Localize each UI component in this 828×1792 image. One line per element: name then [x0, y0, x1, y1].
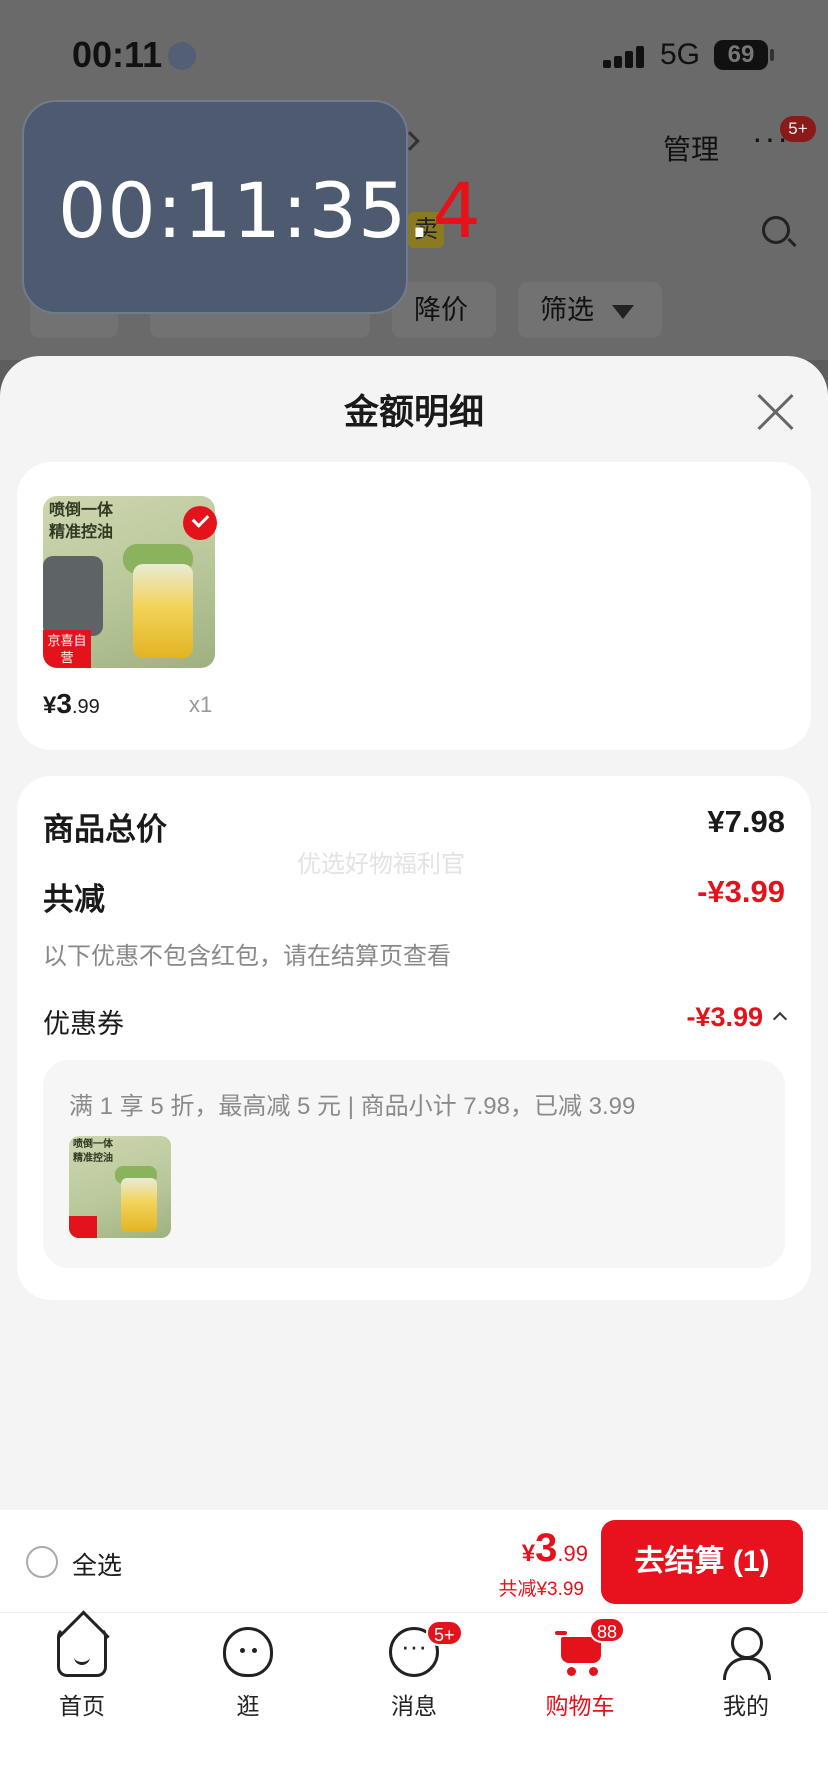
stroll-icon — [223, 1627, 273, 1677]
tab-home[interactable]: 首页 — [22, 1627, 142, 1721]
select-all-label[interactable]: 全选 — [72, 1546, 122, 1582]
mini-image-badge — [69, 1216, 97, 1238]
total-integer: 3 — [535, 1526, 558, 1570]
price-symbol: ¥ — [43, 692, 57, 719]
tab-messages[interactable]: 5+ 消息 — [354, 1620, 474, 1721]
close-icon[interactable] — [756, 392, 796, 432]
tab-stroll[interactable]: 逛 — [188, 1627, 308, 1721]
tab-label: 逛 — [236, 1693, 260, 1719]
sheet-title: 金额明细 — [343, 393, 484, 432]
coupon-toggle[interactable]: -¥3.99 — [686, 1002, 788, 1033]
battery-icon: 69 — [714, 40, 768, 70]
mini-image-bottle — [121, 1178, 157, 1232]
checkout-bar: 全选 ¥3.99 共减¥3.99 去结算 (1) — [0, 1510, 828, 1612]
tab-label: 购物车 — [545, 1693, 615, 1719]
filter-chip-label: 降价 — [414, 295, 468, 325]
total-decimal: .99 — [557, 1541, 588, 1566]
more-badge: 5+ — [780, 116, 816, 142]
tab-cart[interactable]: 88 购物车 — [520, 1617, 640, 1721]
cart-icon: 88 — [555, 1617, 626, 1677]
selected-check-icon[interactable] — [183, 506, 217, 540]
profile-icon — [721, 1627, 771, 1680]
product-image-machine — [43, 556, 103, 636]
battery-tip — [770, 49, 774, 61]
manage-button[interactable]: 管理 — [663, 128, 719, 168]
stopwatch-last-digit: 4 — [432, 166, 482, 255]
search-icon[interactable] — [762, 216, 790, 244]
filter-chip-filter[interactable]: 筛选 — [518, 282, 662, 338]
cart-wheel — [567, 1667, 576, 1676]
coupon-detail-box: 满 1 享 5 折，最高减 5 元 | 商品小计 7.98，已减 3.99 喷倒… — [43, 1060, 785, 1268]
discount-label: 共减 — [43, 882, 105, 917]
total-price-label: 商品总价 — [43, 812, 167, 847]
stopwatch-main-digits: 00:11:35. — [58, 166, 433, 255]
home-icon — [57, 1627, 107, 1677]
tab-label: 消息 — [391, 1693, 437, 1719]
message-badge: 5+ — [426, 1620, 463, 1646]
watermark-text: 优选好物福利官 — [297, 851, 465, 878]
product-card: 喷倒一体 精准控油 京喜自营 包邮 ¥3.99 x1 — [17, 462, 811, 750]
stopwatch-overlay[interactable]: 00:11:35.4 — [22, 100, 481, 314]
checkout-discount-toggle[interactable]: 共减¥3.99 — [498, 1574, 584, 1601]
filter-chip-label: 筛选 — [540, 295, 594, 325]
product-image-bottle — [133, 564, 193, 658]
product-image-badge: 京喜自营 包邮 — [43, 630, 91, 668]
cart-handle — [555, 1631, 567, 1635]
funnel-icon — [611, 304, 634, 319]
coupon-product-image[interactable]: 喷倒一体 精准控油 — [69, 1136, 171, 1238]
price-integer: 3 — [56, 688, 72, 719]
tab-label: 首页 — [59, 1693, 105, 1719]
location-icon — [168, 42, 196, 70]
stopwatch-time: 00:11:35.4 — [58, 166, 482, 255]
tab-label: 我的 — [723, 1693, 769, 1719]
status-time: 00:11 — [72, 34, 163, 75]
cart-badge: 88 — [589, 1617, 626, 1643]
signal-icon — [603, 44, 647, 68]
coupon-label: 优惠券 — [43, 1009, 124, 1039]
filter-chip-price-drop[interactable]: 降价 — [392, 282, 496, 338]
tab-profile[interactable]: 我的 — [686, 1627, 806, 1721]
coupon-detail-text: 满 1 享 5 折，最高减 5 元 | 商品小计 7.98，已减 3.99 — [69, 1093, 636, 1120]
select-all-radio[interactable] — [26, 1546, 58, 1578]
checkout-total-price: ¥3.99 — [522, 1526, 588, 1571]
product-quantity: x1 — [189, 692, 213, 717]
product-price: ¥3.99 — [43, 688, 100, 720]
price-decimal: .99 — [71, 696, 100, 718]
discount-note: 以下优惠不包含红包，请在结算页查看 — [43, 943, 451, 970]
product-image-text: 喷倒一体 精准控油 — [49, 502, 114, 541]
message-icon: 5+ — [389, 1620, 463, 1677]
coupon-value: -¥3.99 — [686, 1002, 763, 1032]
total-price-value: ¥7.98 — [707, 804, 785, 839]
network-type: 5G — [660, 38, 701, 71]
tab-bar: 首页 逛 5+ 消息 88 购物车 我的 — [0, 1612, 828, 1792]
discount-value: -¥3.99 — [697, 874, 785, 909]
status-bar: 00:11 5G 69 — [0, 0, 828, 110]
summary-card: 优选好物福利官 商品总价 ¥7.98 共减 -¥3.99 以下优惠不包含红包，请… — [17, 776, 811, 1300]
mini-image-text: 喷倒一体 精准控油 — [73, 1139, 113, 1164]
cart-wheel — [589, 1667, 598, 1676]
total-symbol: ¥ — [521, 1540, 536, 1567]
checkout-button[interactable]: 去结算 (1) — [601, 1520, 803, 1604]
chevron-up-icon — [772, 1011, 788, 1026]
